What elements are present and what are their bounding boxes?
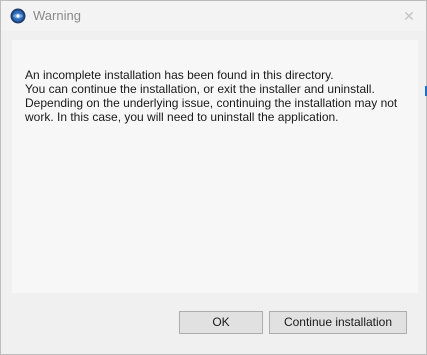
message-panel: An incomplete installation has been foun… — [12, 40, 418, 293]
close-icon[interactable]: ✕ — [400, 7, 418, 25]
message-line: work. In this case, you will need to uni… — [25, 110, 339, 124]
warning-dialog: Warning ✕ An incomplete installation has… — [0, 0, 427, 355]
message-line: You can continue the installation, or ex… — [25, 82, 375, 96]
window-title: Warning — [33, 8, 81, 23]
ok-button[interactable]: OK — [179, 311, 263, 334]
title-bar[interactable]: Warning ✕ — [1, 1, 426, 31]
message-line: An incomplete installation has been foun… — [25, 68, 334, 82]
continue-installation-button[interactable]: Continue installation — [269, 311, 407, 334]
globe-app-icon — [10, 8, 26, 24]
warning-message: An incomplete installation has been foun… — [25, 68, 410, 124]
message-line: Depending on the underlying issue, conti… — [25, 96, 398, 110]
